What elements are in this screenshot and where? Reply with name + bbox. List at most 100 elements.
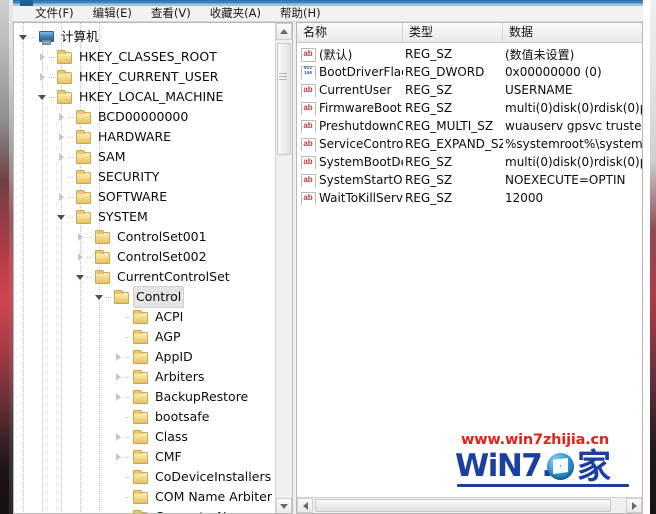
expander-empty [113,407,125,427]
column-header-data[interactable]: 数据 [503,23,642,42]
tree-scrollbar-thumb[interactable] [277,43,291,155]
tree-item-controlset002[interactable]: ControlSet002 [14,247,276,267]
expander-open-icon[interactable] [37,87,49,107]
expander-closed-icon[interactable] [37,67,49,87]
menu-item-edit[interactable]: 编辑(E) [91,6,134,21]
value-row[interactable]: (默认) REG_SZ (数值未设置) [297,45,642,63]
tree-item-hardware[interactable]: HARDWARE [14,127,276,147]
value-row[interactable]: CurrentUser REG_SZ USERNAME [297,81,642,99]
tree-item-controlset001[interactable]: ControlSet001 [14,227,276,247]
tree-connector [68,187,75,207]
tree-item-control[interactable]: Control [14,286,276,308]
expander-closed-icon[interactable] [56,127,68,147]
tree-item-appid[interactable]: AppID [14,347,276,367]
tree-item-software[interactable]: SOFTWARE [14,187,276,207]
expander-open-icon[interactable] [94,287,106,307]
tree-item-label: SOFTWARE [98,189,168,204]
tree-item-backuprestore[interactable]: BackupRestore [14,387,276,407]
expander-closed-icon[interactable] [37,47,49,67]
menu-item-view[interactable]: 查看(V) [149,6,193,21]
value-list-header: 名称 类型 数据 [297,23,642,43]
tree-item-label: ACPI [155,309,184,324]
expander-closed-icon[interactable] [56,187,68,207]
value-name-text: ServiceControl... [319,137,403,151]
tree-item-label: SECURITY [98,169,160,184]
tree-connector [68,147,75,167]
value-name-cell: (默认) [297,46,403,63]
registry-key-tree[interactable]: 计算机 HKEY_CLASSES_ROOT HKEY_CURRENT_USER HKE… [14,23,276,513]
expander-open-icon[interactable] [56,207,68,227]
folder-icon [132,510,148,513]
value-row[interactable]: BootDriverFlagsREG_DWORD 0x00000000 (0) [297,63,642,81]
value-row[interactable]: SystemBootDe...REG_SZ multi(0)disk(0)rdis… [297,153,642,171]
value-data-cell: 12000 [505,191,544,205]
tree-item-sam[interactable]: SAM [14,147,276,167]
tree-item-agp[interactable]: AGP [14,327,276,347]
folder-icon [75,210,91,224]
tree-item-security[interactable]: SECURITY [14,167,276,187]
expander-closed-icon[interactable] [113,507,125,513]
value-row[interactable]: WaitToKillServi...REG_SZ 12000 [297,189,642,207]
value-row[interactable]: SystemStartOp...REG_SZ NOEXECUTE=OPTIN [297,171,642,189]
scroll-left-button[interactable] [297,498,313,513]
expander-closed-icon[interactable] [113,427,125,447]
column-header-type[interactable]: 类型 [403,23,503,42]
folder-icon [132,410,148,424]
tree-item-hkey-current-user[interactable]: HKEY_CURRENT_USER [14,67,276,87]
expander-open-icon[interactable] [75,267,87,287]
value-row[interactable]: PreshutdownO...REG_MULTI_SZ wuauserv gpsv… [297,117,642,135]
expander-closed-icon[interactable] [113,387,125,407]
expander-closed-icon[interactable] [113,447,125,467]
string-value-icon [301,191,316,205]
tree-vertical-scrollbar[interactable] [275,23,292,513]
folder-icon [132,430,148,444]
tree-item-computername[interactable]: ComputerName [14,507,276,513]
menu-item-file[interactable]: 文件(F) [33,6,76,21]
tree-item-cmf[interactable]: CMF [14,447,276,467]
tree-item-com-name-arbiter[interactable]: COM Name Arbiter [14,487,276,507]
tree-scrollbar-grip [279,73,287,80]
value-row[interactable]: ServiceControl...REG_EXPAND_SZ%systemroo… [297,135,642,153]
tree-item-label: ControlSet001 [117,229,207,244]
tree-item-bcd00000000[interactable]: BCD00000000 [14,107,276,127]
tree-item-label: Class [155,429,188,444]
value-name-text: BootDriverFlags [319,65,403,79]
tree-connector [125,347,132,367]
expander-closed-icon[interactable] [56,107,68,127]
tree-item-system[interactable]: SYSTEM [14,207,276,227]
column-header-name[interactable]: 名称 [297,23,403,42]
expander-closed-icon[interactable] [75,247,87,267]
expander-open-icon[interactable] [18,27,30,47]
tree-item-bootsafe[interactable]: bootsafe [14,407,276,427]
value-name-cell: PreshutdownO... [297,119,403,133]
expander-closed-icon[interactable] [113,367,125,387]
tree-item-currentcontrolset[interactable]: CurrentControlSet [14,267,276,287]
tree-item-class[interactable]: Class [14,427,276,447]
tree-item-hkey-classes-root[interactable]: HKEY_CLASSES_ROOT [14,47,276,67]
value-list-scrollbar-thumb[interactable] [315,499,611,512]
tree-item-label: HKEY_CLASSES_ROOT [79,49,217,64]
tree-connector [125,307,132,327]
tree-item-arbiters[interactable]: Arbiters [14,367,276,387]
menu-item-favorites[interactable]: 收藏夹(A) [208,6,263,21]
value-type-cell: REG_SZ [405,191,453,205]
expander-closed-icon[interactable] [75,227,87,247]
value-name-cell: SystemStartOp... [297,173,403,187]
expander-closed-icon[interactable] [56,147,68,167]
tree-item-acpi[interactable]: ACPI [14,307,276,327]
expander-empty [113,487,125,507]
folder-icon [94,250,110,264]
value-row[interactable]: FirmwareBoot...REG_SZ multi(0)disk(0)rdis… [297,99,642,117]
scroll-up-button[interactable] [276,23,292,40]
tree-item--[interactable]: 计算机 [14,27,276,47]
tree-item-hkey-local-machine[interactable]: HKEY_LOCAL_MACHINE [14,87,276,107]
value-type-cell: REG_SZ [405,173,453,187]
tree-item-codeviceinstallers[interactable]: CoDeviceInstallers [14,467,276,487]
scroll-down-button[interactable] [276,498,292,513]
scroll-right-button[interactable] [626,498,642,513]
expander-closed-icon[interactable] [113,347,125,367]
tree-connector [68,127,75,147]
menu-item-help[interactable]: 帮助(H) [278,6,323,21]
value-list-horizontal-scrollbar[interactable] [297,497,642,513]
string-value-icon [301,119,316,133]
